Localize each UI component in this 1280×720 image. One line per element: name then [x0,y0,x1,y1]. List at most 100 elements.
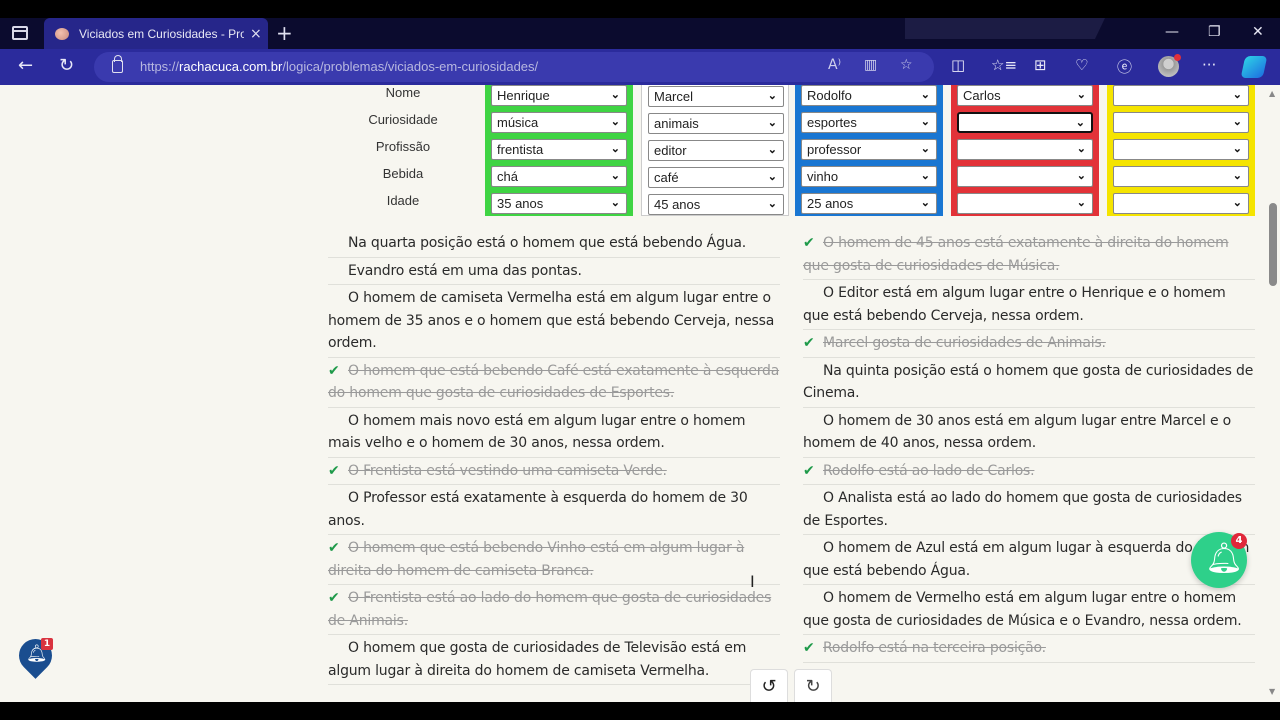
clue-item[interactable]: Na quarta posição está o homem que está … [328,230,780,258]
clue-item[interactable]: O homem mais novo está em algum lugar en… [328,408,780,458]
url-text[interactable]: https://rachacuca.com.br/logica/problema… [140,59,538,74]
lock-icon[interactable] [112,55,123,73]
tab-title: Viciados em Curiosidades - Probl [79,26,244,41]
clue-list-left: Na quarta posição está o homem que está … [328,230,780,685]
clue-item-resolved[interactable]: ✔ Rodolfo está na terceira posição. [803,635,1255,663]
chevron-down-icon: ⌄ [767,171,777,183]
restore-button[interactable]: ❐ [1208,24,1221,40]
select-curiosidade[interactable]: esportes ⌄ [801,112,937,133]
checkmark-icon: ✔ [803,335,815,351]
more-menu-icon[interactable]: ··· [1202,56,1216,74]
undo-button[interactable]: ↺ [750,669,788,702]
checkmark-icon: ✔ [803,235,815,251]
select-bebida[interactable]: chá ⌄ [491,166,627,187]
site-favicon-icon [55,27,69,40]
checkmark-icon: ✔ [803,640,815,656]
clue-text: Rodolfo está ao lado de Carlos. [823,462,1035,479]
clue-text: O homem que está bebendo Café está exata… [328,362,780,402]
chevron-down-icon: ⌄ [1075,117,1085,129]
ie-mode-icon[interactable]: ⓔ [1117,56,1132,77]
clue-text: O homem de 45 anos está exatamente à dir… [803,235,1229,274]
tab-close-icon[interactable]: × [250,26,262,42]
close-window-button[interactable]: ✕ [1252,24,1264,40]
select-bebida[interactable]: vinho ⌄ [801,166,937,187]
select-curiosidade[interactable]: música ⌄ [491,112,627,133]
minimize-button[interactable]: — [1165,24,1179,40]
immersive-reader-icon[interactable]: ▥ [864,57,877,73]
chevron-down-icon: ⌄ [610,143,620,155]
chevron-down-icon: ⌄ [1232,170,1242,182]
chevron-down-icon: ⌄ [767,144,777,156]
refresh-button[interactable]: ↻ [59,55,74,76]
clue-item[interactable]: O Professor está exatamente à esquerda d… [328,485,780,535]
chevron-down-icon: ⌄ [610,170,620,182]
tab-actions-icon[interactable] [12,26,28,40]
text-cursor-icon: I [750,572,755,591]
page-scrollbar[interactable]: ▲ ▼ [1266,85,1280,702]
clue-item-resolved[interactable]: ✔ Rodolfo está ao lado de Carlos. [803,458,1255,485]
clue-text: O homem de Vermelho está em algum lugar … [803,590,1242,629]
select-nome[interactable]: ⌄ [1113,85,1249,106]
checkmark-icon: ✔ [328,362,340,379]
select-profissao[interactable]: ⌄ [957,139,1093,160]
clue-text: Marcel gosta de curiosidades de Animais. [823,335,1106,351]
clue-item[interactable]: Evandro está em uma das pontas. [328,258,780,285]
chevron-down-icon: ⌄ [1232,143,1242,155]
clue-item-resolved[interactable]: ✔ Marcel gosta de curiosidades de Animais… [803,330,1255,358]
active-tab[interactable]: Viciados em Curiosidades - Probl × [44,18,268,49]
select-curiosidade[interactable]: ⌄ [957,112,1093,133]
read-aloud-icon[interactable]: A⁾ [828,57,841,73]
clue-item[interactable]: O homem de 30 anos está em algum lugar e… [803,408,1255,458]
collections-icon[interactable]: ⊞ [1034,56,1047,74]
redo-button[interactable]: ↻ [794,669,832,702]
favorite-star-icon[interactable]: ☆ [900,57,913,73]
select-idade[interactable]: 45 anos ⌄ [648,194,784,215]
scroll-down-arrow-icon[interactable]: ▼ [1269,687,1275,696]
clue-item-resolved[interactable]: ✔ O homem que está bebendo Vinho está em … [328,535,780,585]
back-button[interactable]: ← [18,55,33,76]
split-screen-icon[interactable]: ◫ [951,56,965,74]
clue-item-resolved[interactable]: ✔ O Frentista está vestindo uma camiseta … [328,458,780,485]
browser-essentials-icon[interactable]: ♡ [1075,56,1088,74]
notification-badge: 1 [41,638,53,650]
clue-item[interactable]: O Analista está ao lado do homem que gos… [803,485,1255,535]
clue-text: O homem que está bebendo Vinho está em a… [328,540,745,579]
select-curiosidade[interactable]: animais ⌄ [648,113,784,134]
page-content: Nome Curiosidade Profissão Bebida Idade … [0,85,1280,702]
address-bar[interactable]: https://rachacuca.com.br/logica/problema… [94,52,934,82]
clue-item-resolved[interactable]: ✔ O homem de 45 anos está exatamente à di… [803,230,1255,280]
select-bebida[interactable]: ⌄ [957,166,1093,187]
select-profissao[interactable]: frentista ⌄ [491,139,627,160]
select-profissao[interactable]: ⌄ [1113,139,1249,160]
select-nome[interactable]: Carlos ⌄ [957,85,1093,106]
select-curiosidade[interactable]: ⌄ [1113,112,1249,133]
select-bebida[interactable]: café ⌄ [648,167,784,188]
clue-item[interactable]: O homem de Azul está em algum lugar à es… [803,535,1255,585]
clue-item[interactable]: O Editor está em algum lugar entre o Hen… [803,280,1255,330]
select-nome[interactable]: Marcel ⌄ [648,86,784,107]
select-profissao[interactable]: editor ⌄ [648,140,784,161]
chevron-down-icon: ⌄ [1076,89,1086,101]
select-nome[interactable]: Henrique ⌄ [491,85,627,106]
clue-item[interactable]: Na quinta posição está o homem que gosta… [803,358,1255,408]
copilot-icon[interactable] [1240,56,1268,78]
clue-item-resolved[interactable]: ✔ O Frentista está ao lado do homem que g… [328,585,780,635]
select-idade[interactable]: ⌄ [1113,193,1249,214]
checkmark-icon: ✔ [328,540,340,556]
select-idade[interactable]: 25 anos ⌄ [801,193,937,214]
select-idade[interactable]: ⌄ [957,193,1093,214]
scroll-thumb[interactable] [1269,203,1277,286]
select-nome[interactable]: Rodolfo ⌄ [801,85,937,106]
select-profissao[interactable]: professor ⌄ [801,139,937,160]
clue-item[interactable]: O homem de Vermelho está em algum lugar … [803,585,1255,635]
profile-avatar[interactable] [1158,54,1181,77]
favorites-icon[interactable]: ☆≡ [991,56,1017,74]
clue-item-resolved[interactable]: ✔ O homem que está bebendo Café está exat… [328,358,780,408]
clue-item[interactable]: O homem que gosta de curiosidades de Tel… [328,635,780,685]
row-label-bebida: Bebida [382,166,424,181]
clue-item[interactable]: O homem de camiseta Vermelha está em alg… [328,285,780,358]
scroll-up-arrow-icon[interactable]: ▲ [1269,89,1275,98]
select-idade[interactable]: 35 anos ⌄ [491,193,627,214]
new-tab-button[interactable]: + [276,21,293,45]
select-bebida[interactable]: ⌄ [1113,166,1249,187]
